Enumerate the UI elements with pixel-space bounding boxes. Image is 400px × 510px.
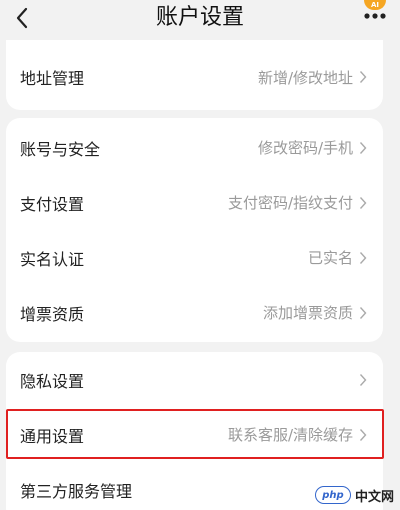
more-dots-icon — [364, 13, 386, 19]
row-payment-settings[interactable]: 支付设置 支付密码/指纹支付 — [6, 175, 383, 230]
more-button[interactable] — [360, 6, 390, 26]
row-label: 第三方服务管理 — [20, 481, 133, 501]
chevron-right-icon — [359, 373, 367, 387]
row-address-management[interactable]: 地址管理 新增/修改地址 — [6, 44, 383, 110]
row-value: 新增/修改地址 — [257, 68, 353, 87]
chevron-right-icon — [359, 70, 367, 84]
row-label: 实名认证 — [20, 249, 85, 269]
row-label: 增票资质 — [20, 304, 85, 324]
watermark: php 中文网 — [314, 484, 394, 506]
row-value: 添加增票资质 — [262, 304, 353, 322]
watermark-text: 中文网 — [354, 489, 394, 505]
nav-bar: 账户设置 AI — [0, 0, 400, 44]
row-label: 账号与安全 — [20, 139, 101, 159]
row-privacy-settings[interactable]: 隐私设置 — [6, 352, 383, 407]
account-settings-page: 账户设置 AI 地址管理 新增/修改地址 账号与安全 修改密码/手机 支付设置 … — [0, 0, 400, 510]
chevron-right-icon — [359, 306, 367, 320]
row-value: 已实名 — [307, 249, 353, 267]
row-value: 支付密码/指纹支付 — [227, 194, 353, 212]
highlight-box — [6, 409, 384, 459]
row-label: 支付设置 — [20, 194, 85, 214]
chevron-right-icon — [359, 251, 367, 265]
row-value: 修改密码/手机 — [257, 139, 353, 157]
row-vat-invoice[interactable]: 增票资质 添加增票资质 — [6, 285, 383, 340]
row-label: 隐私设置 — [20, 371, 85, 391]
row-account-security[interactable]: 账号与安全 修改密码/手机 — [6, 120, 383, 175]
chevron-right-icon — [359, 141, 367, 155]
settings-group-account: 账号与安全 修改密码/手机 支付设置 支付密码/指纹支付 实名认证 已实名 增票… — [6, 118, 383, 342]
row-real-name-verification[interactable]: 实名认证 已实名 — [6, 230, 383, 285]
page-title: 账户设置 — [155, 5, 244, 30]
row-label: 地址管理 — [20, 69, 85, 88]
watermark-logo: php — [314, 486, 351, 504]
chevron-right-icon — [359, 196, 367, 210]
settings-group-address: 地址管理 新增/修改地址 — [6, 44, 383, 110]
